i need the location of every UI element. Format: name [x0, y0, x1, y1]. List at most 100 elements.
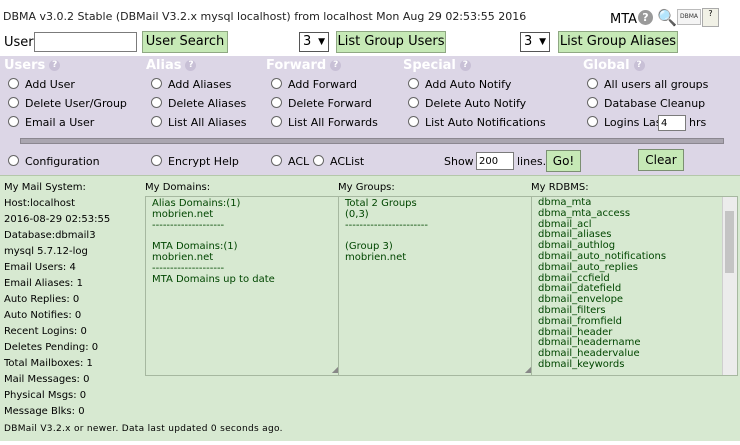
option-list-all-aliases[interactable]: List All Aliases: [151, 116, 246, 129]
system-stat: Mail Messages: 0: [4, 374, 90, 385]
special-section-title: Special?: [403, 58, 471, 73]
user-search-button[interactable]: User Search: [142, 31, 228, 53]
help-icon[interactable]: ?: [49, 60, 61, 71]
radio-icon[interactable]: [587, 116, 598, 127]
help-icon[interactable]: ?: [638, 10, 653, 25]
radio-icon[interactable]: [587, 97, 598, 108]
users-section-title: Users?: [4, 58, 61, 73]
group-count-select-1[interactable]: 3 ▼: [299, 32, 329, 52]
global-section-title: Global?: [583, 58, 645, 73]
system-stat: Email Users: 4: [4, 262, 76, 273]
radio-icon[interactable]: [587, 78, 598, 89]
title-bar: DBMA v3.0.2 Stable (DBMail V3.2.x mysql …: [0, 0, 740, 30]
list-group-users-button[interactable]: List Group Users: [336, 31, 446, 53]
option-delete-user-group[interactable]: Delete User/Group: [8, 97, 127, 110]
show-lines-input[interactable]: [476, 152, 514, 170]
option-add-forward[interactable]: Add Forward: [271, 78, 357, 91]
rdbms-textarea[interactable]: dbma_mta dbma_mta_access dbmail_acl dbmail_…: [531, 196, 738, 376]
user-input[interactable]: [34, 32, 137, 52]
search-icon[interactable]: 🔍: [657, 8, 677, 27]
radio-icon[interactable]: [271, 155, 282, 166]
lines-label: lines.: [517, 155, 547, 168]
group-line: -----------------------: [345, 219, 428, 231]
domain-line: --------------------: [152, 262, 225, 274]
option-label: Delete Aliases: [168, 97, 247, 110]
option-email-a-user[interactable]: Email a User: [8, 116, 94, 129]
option-label: All users all groups: [604, 78, 709, 91]
option-logins-last[interactable]: Logins Last: [587, 116, 666, 129]
radio-icon[interactable]: [151, 116, 162, 127]
domains-content: Alias Domains:(1) mobrien.net ------------…: [152, 198, 333, 285]
option-add-auto-notify[interactable]: Add Auto Notify: [408, 78, 511, 91]
option-list-all-forwards[interactable]: List All Forwards: [271, 116, 378, 129]
system-stat: Deletes Pending: 0: [4, 342, 99, 353]
my-domains-heading: My Domains:: [145, 182, 211, 193]
help-icon[interactable]: ?: [185, 60, 197, 71]
go-button[interactable]: Go!: [546, 150, 581, 172]
radio-icon[interactable]: [151, 155, 162, 166]
system-stat: Auto Notifies: 0: [4, 310, 82, 321]
help-document-icon[interactable]: ?: [702, 8, 719, 27]
help-icon[interactable]: ?: [459, 60, 471, 71]
clear-button[interactable]: Clear: [638, 149, 684, 171]
option-add-aliases[interactable]: Add Aliases: [151, 78, 231, 91]
system-stat: Recent Logins: 0: [4, 326, 87, 337]
option-list-auto-notifications[interactable]: List Auto Notifications: [408, 116, 546, 129]
forward-title-text: Forward: [266, 58, 327, 73]
groups-textarea[interactable]: Total 2 Groups (0,3) ---------------------…: [338, 196, 533, 376]
radio-icon[interactable]: [8, 116, 19, 127]
option-add-user[interactable]: Add User: [8, 78, 75, 91]
option-label: Add User: [25, 78, 75, 91]
radio-icon[interactable]: [408, 97, 419, 108]
users-title-text: Users: [4, 58, 46, 73]
option-acl[interactable]: ACL: [271, 155, 309, 168]
option-delete-aliases[interactable]: Delete Aliases: [151, 97, 246, 110]
option-label: Delete Forward: [288, 97, 372, 110]
domain-line: --------------------: [152, 219, 225, 231]
domains-textarea[interactable]: Alias Domains:(1) mobrien.net ------------…: [145, 196, 340, 376]
status-footer: DBMail V3.2.x or newer. Data last update…: [4, 424, 283, 434]
option-delete-auto-notify[interactable]: Delete Auto Notify: [408, 97, 526, 110]
mta-label[interactable]: MTA: [610, 12, 637, 27]
option-aclist[interactable]: ACList: [313, 155, 364, 168]
radio-icon[interactable]: [271, 116, 282, 127]
radio-icon[interactable]: [151, 97, 162, 108]
radio-icon[interactable]: [271, 97, 282, 108]
dbma-logo[interactable]: DBMA: [677, 9, 701, 25]
scrollbar-thumb[interactable]: [725, 211, 734, 273]
logins-last-hours-input[interactable]: [658, 115, 686, 131]
option-encrypt-help[interactable]: Encrypt Help: [151, 155, 239, 168]
show-label: Show: [444, 155, 474, 168]
group-line: Total 2 Groups: [345, 198, 417, 209]
option-label: List All Aliases: [168, 116, 247, 129]
radio-icon[interactable]: [408, 78, 419, 89]
radio-icon[interactable]: [151, 78, 162, 89]
system-stat: Auto Replies: 0: [4, 294, 80, 305]
group-line: (0,3): [345, 208, 369, 220]
rdbms-scrollbar[interactable]: [722, 197, 737, 375]
option-label: ACList: [330, 155, 365, 168]
help-icon[interactable]: ?: [330, 60, 342, 71]
option-configuration[interactable]: Configuration: [8, 155, 100, 168]
system-stat: Host:localhost: [4, 198, 76, 209]
option-all-users-all-groups[interactable]: All users all groups: [587, 78, 708, 91]
radio-icon[interactable]: [8, 78, 19, 89]
radio-icon[interactable]: [408, 116, 419, 127]
option-label: List Auto Notifications: [425, 116, 546, 129]
group-count-select-2[interactable]: 3 ▼: [520, 32, 550, 52]
radio-icon[interactable]: [313, 155, 324, 166]
special-title-text: Special: [403, 58, 456, 73]
help-icon[interactable]: ?: [633, 60, 645, 71]
radio-icon[interactable]: [8, 155, 19, 166]
system-stat: mysql 5.7.12-log: [4, 246, 88, 257]
option-label: Configuration: [25, 155, 100, 168]
list-group-aliases-button[interactable]: List Group Aliases: [558, 31, 678, 53]
forward-section-title: Forward?: [266, 58, 342, 73]
option-database-cleanup[interactable]: Database Cleanup: [587, 97, 705, 110]
radio-icon[interactable]: [271, 78, 282, 89]
radio-icon[interactable]: [8, 97, 19, 108]
alias-title-text: Alias: [146, 58, 182, 73]
option-label: Delete Auto Notify: [425, 97, 527, 110]
groups-content: Total 2 Groups (0,3) ---------------------…: [345, 198, 526, 264]
option-delete-forward[interactable]: Delete Forward: [271, 97, 372, 110]
